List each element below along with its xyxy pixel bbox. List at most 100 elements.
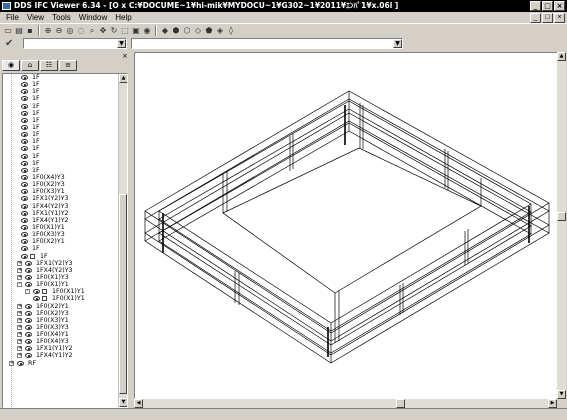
expand-icon[interactable]: +: [17, 310, 22, 316]
scroll-up-button[interactable]: ▲: [557, 52, 566, 61]
tab-list[interactable]: ≡: [59, 60, 77, 71]
scroll-left-button[interactable]: ◀: [134, 399, 143, 408]
visibility-eye-icon[interactable]: [21, 89, 28, 95]
viewport-vertical-scrollbar[interactable]: ▲ ▼: [557, 52, 566, 399]
tree-row[interactable]: 1F0(X1)Y1: [3, 224, 118, 231]
tree-row[interactable]: 1F: [3, 145, 118, 152]
close-icon[interactable]: ×: [122, 52, 128, 60]
tree-row[interactable]: 1FX4(Y1)Y2: [3, 217, 118, 224]
tree-row[interactable]: 1F: [3, 245, 118, 252]
tree-row[interactable]: 1F: [3, 88, 118, 95]
tree-vertical-scrollbar[interactable]: ▲ ▼: [118, 74, 127, 407]
expand-icon[interactable]: +: [17, 339, 22, 345]
visibility-eye-icon[interactable]: [17, 360, 24, 366]
tree-row[interactable]: 1F0(X1)Y1: [3, 295, 118, 302]
tree-row[interactable]: 1FX4(Y2)Y3: [3, 203, 118, 210]
zoom-out-icon[interactable]: ⊖: [54, 26, 64, 36]
visibility-eye-icon[interactable]: [21, 96, 28, 102]
tree-scroll-thumb[interactable]: [119, 194, 127, 394]
tree-row[interactable]: 1F0(X2)Y1: [3, 238, 118, 245]
tree-row[interactable]: 1F: [3, 95, 118, 102]
visibility-eye-icon[interactable]: [21, 217, 28, 223]
expand-icon[interactable]: +: [17, 324, 22, 330]
tab-layers[interactable]: ☷: [40, 60, 58, 71]
menu-tools[interactable]: Tools: [48, 13, 75, 22]
visibility-eye-icon[interactable]: [25, 260, 32, 266]
expand-icon[interactable]: +: [17, 260, 22, 266]
tree-row[interactable]: 1F0(X3)Y3: [3, 231, 118, 238]
tree-row[interactable]: 1F: [3, 117, 118, 124]
visibility-eye-icon[interactable]: [21, 153, 28, 159]
tree-row[interactable]: 1F: [3, 110, 118, 117]
visibility-eye-icon[interactable]: [25, 267, 32, 273]
menu-window[interactable]: Window: [75, 13, 111, 22]
tree-row[interactable]: +1FX4(Y1)Y2: [3, 352, 118, 359]
tree-row[interactable]: 1F0(X2)Y3: [3, 181, 118, 188]
expand-icon[interactable]: +: [17, 317, 22, 323]
tree-row[interactable]: +1FX4(Y2)Y3: [3, 267, 118, 274]
visibility-eye-icon[interactable]: [21, 110, 28, 116]
search-icon[interactable]: ⌕: [87, 26, 97, 36]
tree-row[interactable]: 1FX1(Y2)Y3: [3, 195, 118, 202]
tab-building[interactable]: ⌂: [21, 60, 39, 71]
tree-row[interactable]: +1F0(X3)Y1: [3, 317, 118, 324]
visibility-eye-icon[interactable]: [21, 174, 28, 180]
tree-row[interactable]: +1FX1(Y1)Y2: [3, 345, 118, 352]
visibility-eye-icon[interactable]: [21, 189, 28, 195]
viewport-horizontal-scrollbar[interactable]: ◀ ▶: [134, 399, 557, 408]
visibility-eye-icon[interactable]: [21, 167, 28, 173]
expand-icon[interactable]: +: [17, 267, 22, 273]
scroll-right-button[interactable]: ▶: [548, 399, 557, 408]
scroll-down-button[interactable]: ▼: [557, 390, 566, 399]
visibility-eye-icon[interactable]: [25, 274, 32, 280]
filter-combo-right[interactable]: ▼: [131, 38, 403, 49]
tree-row[interactable]: 1F0(X3)Y1: [3, 188, 118, 195]
visibility-eye-icon[interactable]: [33, 296, 40, 302]
tree-row[interactable]: 1F: [3, 167, 118, 174]
tree-row[interactable]: 1F: [3, 74, 118, 81]
tree-row[interactable]: 1FX1(Y1)Y2: [3, 210, 118, 217]
visibility-eye-icon[interactable]: [25, 303, 32, 309]
visibility-eye-icon[interactable]: [21, 117, 28, 123]
chevron-down-icon[interactable]: ▼: [393, 39, 402, 48]
visibility-eye-icon[interactable]: [25, 324, 32, 330]
tree-row[interactable]: 1F: [3, 131, 118, 138]
mdi-restore-button[interactable]: □: [542, 13, 553, 23]
select-icon[interactable]: ⬚: [120, 26, 130, 36]
tree-row[interactable]: 1F: [3, 253, 118, 260]
open-file-icon[interactable]: ▤: [14, 26, 24, 36]
tree-row[interactable]: +1F0(X2)Y3: [3, 310, 118, 317]
check-icon[interactable]: ✔: [5, 38, 13, 49]
close-button[interactable]: ×: [554, 1, 565, 11]
tree-row[interactable]: 1F0(X4)Y3: [3, 174, 118, 181]
visibility-eye-icon[interactable]: [21, 253, 28, 259]
mdi-close-button[interactable]: ×: [554, 13, 565, 23]
tree-row[interactable]: + RF: [3, 360, 118, 367]
tree-row[interactable]: +1F0(X4)Y1: [3, 331, 118, 338]
visibility-eye-icon[interactable]: [25, 317, 32, 323]
minimize-button[interactable]: _: [530, 1, 541, 11]
expand-icon[interactable]: +: [17, 332, 22, 338]
tree-row[interactable]: 1F: [3, 124, 118, 131]
zoom-in-icon[interactable]: ⊕: [43, 26, 53, 36]
visibility-eye-icon[interactable]: [25, 353, 32, 359]
open-folder-icon[interactable]: ▭: [3, 26, 13, 36]
mdi-minimize-button[interactable]: _: [530, 13, 541, 23]
expand-icon[interactable]: +: [9, 360, 14, 366]
tree-row[interactable]: +1F0(X4)Y3: [3, 338, 118, 345]
visibility-eye-icon[interactable]: [21, 239, 28, 245]
visibility-eye-icon[interactable]: [21, 82, 28, 88]
scroll-up-button[interactable]: ▲: [119, 74, 127, 83]
front-view-icon[interactable]: ◈: [215, 26, 225, 36]
visibility-eye-icon[interactable]: [21, 224, 28, 230]
visibility-eye-icon[interactable]: [21, 232, 28, 238]
tree-row[interactable]: +1F0(X2)Y1: [3, 303, 118, 310]
filter-combo-left[interactable]: ▼: [23, 38, 127, 49]
tree-row[interactable]: 1F: [3, 160, 118, 167]
properties-icon[interactable]: ▣: [131, 26, 141, 36]
expand-icon[interactable]: +: [17, 274, 22, 280]
tree-row[interactable]: +1F0(X3)Y3: [3, 324, 118, 331]
pan-icon[interactable]: ✥: [98, 26, 108, 36]
maximize-button[interactable]: □: [542, 1, 553, 11]
menu-view[interactable]: View: [23, 13, 48, 22]
